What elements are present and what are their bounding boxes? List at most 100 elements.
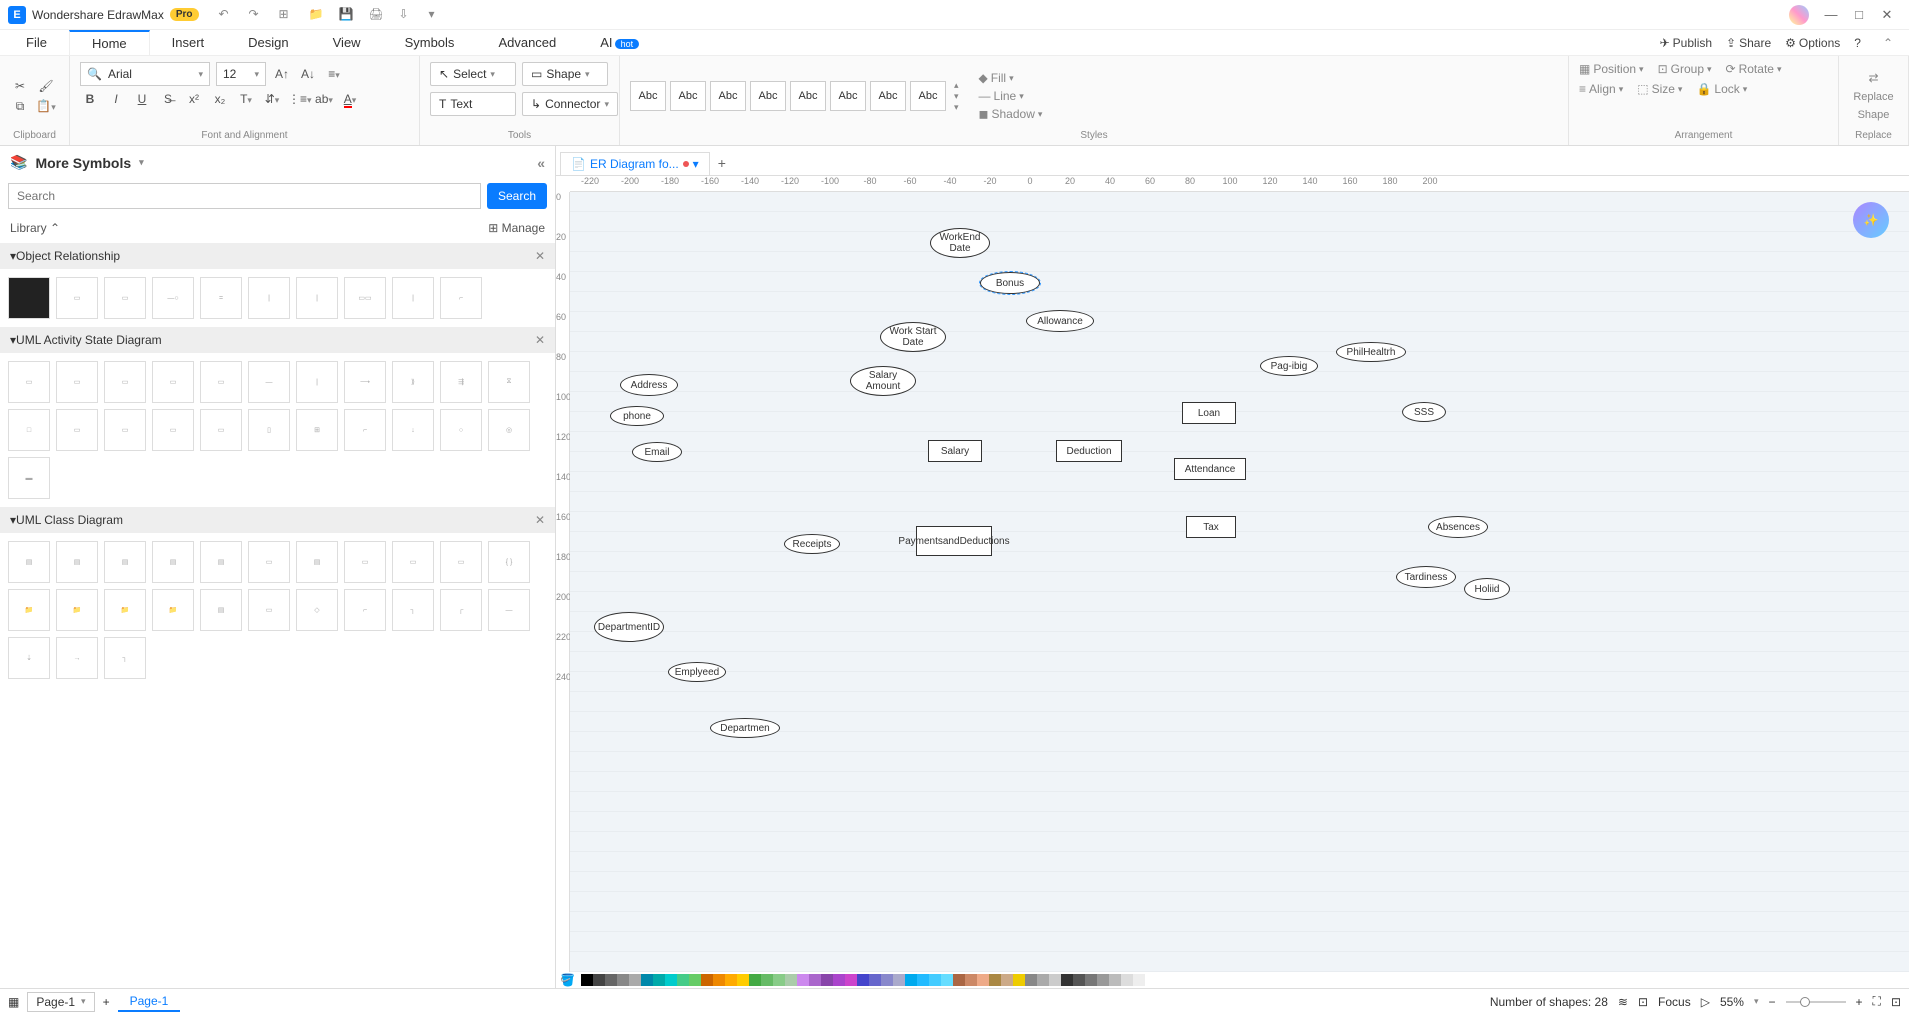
shape-thumb[interactable]: | xyxy=(248,277,290,319)
color-swatch[interactable] xyxy=(929,974,941,986)
color-swatch[interactable] xyxy=(857,974,869,986)
fill-menu[interactable]: ◆ Fill ▾ xyxy=(979,71,1043,85)
node-employed[interactable]: Emplyeed xyxy=(668,662,726,682)
color-swatch[interactable] xyxy=(965,974,977,986)
category-uml-class[interactable]: ▾ UML Class Diagram✕ xyxy=(0,507,555,533)
color-swatch[interactable] xyxy=(821,974,833,986)
color-swatch[interactable] xyxy=(1025,974,1037,986)
shape-thumb[interactable]: ┐ xyxy=(104,637,146,679)
strike-icon[interactable]: S̶ xyxy=(158,92,178,106)
style-preset-8[interactable]: Abc xyxy=(910,81,946,111)
connector-tool[interactable]: ↳ Connector ▾ xyxy=(522,92,618,116)
bold-icon[interactable]: B xyxy=(80,92,100,106)
color-swatch[interactable] xyxy=(845,974,857,986)
line-menu[interactable]: — Line ▾ xyxy=(979,89,1043,103)
category-object-relationship[interactable]: ▾ Object Relationship✕ xyxy=(0,243,555,269)
save-icon[interactable]: 💾 xyxy=(339,7,355,23)
style-preset-1[interactable]: Abc xyxy=(630,81,666,111)
font-size-select[interactable]: 12▾ xyxy=(216,62,266,86)
node-philhealth[interactable]: PhilHealtrh xyxy=(1336,342,1406,362)
menu-home[interactable]: Home xyxy=(69,30,150,55)
node-bonus[interactable]: Bonus xyxy=(980,272,1040,294)
document-tab[interactable]: 📄 ER Diagram fo... ▾ xyxy=(560,152,710,175)
style-preset-2[interactable]: Abc xyxy=(670,81,706,111)
text-tool[interactable]: T Text xyxy=(430,92,516,116)
user-avatar[interactable] xyxy=(1789,5,1809,25)
color-swatch[interactable] xyxy=(617,974,629,986)
shape-thumb[interactable]: ⌐ xyxy=(344,409,386,451)
node-allowance[interactable]: Allowance xyxy=(1026,310,1094,332)
shape-thumb[interactable]: | xyxy=(296,277,338,319)
node-sss[interactable]: SSS xyxy=(1402,402,1446,422)
color-swatch[interactable] xyxy=(641,974,653,986)
shape-thumb[interactable]: ▤ xyxy=(296,541,338,583)
shape-thumb[interactable]: 📁 xyxy=(8,589,50,631)
fullscreen-icon[interactable]: ⊡ xyxy=(1891,995,1901,1009)
copy-icon[interactable]: ⧉ xyxy=(10,99,30,114)
symbol-search-button[interactable]: Search xyxy=(487,183,547,209)
color-swatch[interactable] xyxy=(869,974,881,986)
font-family-select[interactable]: 🔍 Arial▾ xyxy=(80,62,210,86)
print-icon[interactable]: 🖨 xyxy=(369,7,385,23)
underline-icon[interactable]: U xyxy=(132,92,152,106)
cut-icon[interactable]: ✂ xyxy=(10,79,30,93)
color-swatch[interactable] xyxy=(1121,974,1133,986)
node-loan[interactable]: Loan xyxy=(1182,402,1236,424)
options-button[interactable]: ⚙ Options xyxy=(1785,36,1840,50)
zoom-in-button[interactable]: + xyxy=(1856,995,1863,1009)
zoom-slider[interactable] xyxy=(1786,1001,1846,1003)
collapse-sidebar-icon[interactable]: « xyxy=(537,155,545,171)
color-swatch[interactable] xyxy=(785,974,797,986)
focus-target-icon[interactable]: ⊡ xyxy=(1638,995,1648,1009)
export-icon[interactable]: ⇩ xyxy=(399,7,415,23)
node-phone[interactable]: phone xyxy=(610,406,664,426)
shape-thumb[interactable]: ▭ xyxy=(56,361,98,403)
close-category-icon[interactable]: ✕ xyxy=(535,333,545,347)
shape-thumb[interactable]: — xyxy=(248,361,290,403)
menu-insert[interactable]: Insert xyxy=(150,31,227,54)
subscript-icon[interactable]: x₂ xyxy=(210,92,230,106)
publish-button[interactable]: ✈ Publish xyxy=(1660,36,1712,50)
new-icon[interactable]: ⊞ xyxy=(279,7,295,23)
paste-icon[interactable]: 📋▾ xyxy=(36,99,56,113)
category-uml-activity[interactable]: ▾ UML Activity State Diagram✕ xyxy=(0,327,555,353)
shape-thumb[interactable]: — xyxy=(488,589,530,631)
italic-icon[interactable]: I xyxy=(106,92,126,106)
shape-thumb[interactable]: → xyxy=(56,637,98,679)
shadow-menu[interactable]: ◼ Shadow ▾ xyxy=(979,107,1043,121)
node-workstart[interactable]: Work Start Date xyxy=(880,322,946,352)
node-departmen[interactable]: Departmen xyxy=(710,718,780,738)
node-tardiness[interactable]: Tardiness xyxy=(1396,566,1456,588)
shape-thumb[interactable]: □ xyxy=(8,409,50,451)
color-swatch[interactable] xyxy=(773,974,785,986)
node-tax[interactable]: Tax xyxy=(1186,516,1236,538)
shape-thumb[interactable]: | xyxy=(392,277,434,319)
align-icon[interactable]: ≡▾ xyxy=(324,67,344,81)
style-preset-7[interactable]: Abc xyxy=(870,81,906,111)
shape-thumb[interactable]: 📁 xyxy=(152,589,194,631)
menu-design[interactable]: Design xyxy=(226,31,310,54)
shape-thumb[interactable]: —○ xyxy=(152,277,194,319)
share-button[interactable]: ⇪ Share xyxy=(1726,36,1771,50)
node-attendance[interactable]: Attendance xyxy=(1174,458,1246,480)
zoom-out-button[interactable]: − xyxy=(1769,995,1776,1009)
style-preset-4[interactable]: Abc xyxy=(750,81,786,111)
shape-thumb[interactable] xyxy=(8,277,50,319)
color-swatch[interactable] xyxy=(953,974,965,986)
color-swatch[interactable] xyxy=(1109,974,1121,986)
color-swatch[interactable] xyxy=(1037,974,1049,986)
color-swatch[interactable] xyxy=(1133,974,1145,986)
style-more-icon[interactable]: ▾ xyxy=(954,102,959,113)
color-swatch[interactable] xyxy=(605,974,617,986)
size-menu[interactable]: ⬚ Size▾ xyxy=(1637,82,1682,96)
shape-thumb[interactable]: ▭ xyxy=(200,409,242,451)
case-icon[interactable]: T▾ xyxy=(236,92,256,106)
shape-thumb[interactable]: 📁 xyxy=(104,589,146,631)
color-swatch[interactable] xyxy=(725,974,737,986)
shape-thumb[interactable]: ▭▭ xyxy=(344,277,386,319)
layers-icon[interactable]: ≋ xyxy=(1618,995,1628,1009)
color-swatch[interactable] xyxy=(737,974,749,986)
shape-thumb[interactable]: ⇶ xyxy=(440,361,482,403)
color-swatch[interactable] xyxy=(581,974,593,986)
group-menu[interactable]: ⊡ Group▾ xyxy=(1658,62,1712,76)
